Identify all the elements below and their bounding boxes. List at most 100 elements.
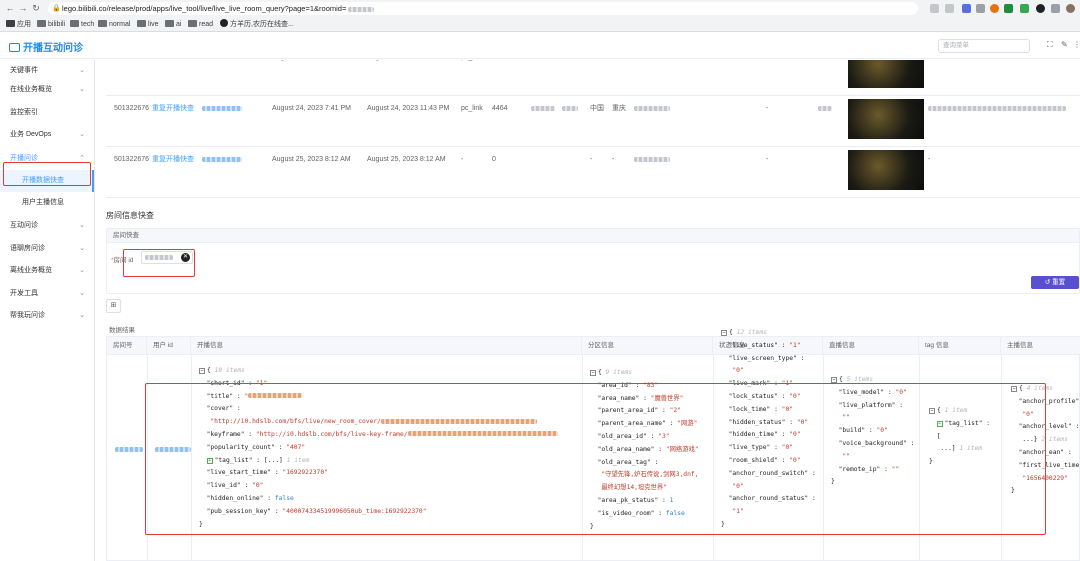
sidebar-item[interactable]: 离线业务概览 ⌄ (0, 260, 94, 282)
bookmark-folder[interactable]: ai (165, 19, 181, 30)
column-header[interactable]: 直播信息 (823, 337, 919, 355)
profile-avatar[interactable] (1066, 4, 1075, 13)
extension-icon[interactable] (976, 4, 985, 13)
country: - (590, 156, 593, 163)
settings-icon[interactable]: ⋮ (1073, 40, 1080, 49)
chevron-icon: ⌄ (79, 222, 85, 229)
table-row: 501322676 重复开播快查 August 22, 2023 8:04 AM… (106, 60, 1080, 96)
bookmark-star-icon[interactable] (945, 4, 954, 13)
bookmark-folder[interactable]: normal (98, 19, 130, 30)
main-content: 501322676 重复开播快查 August 22, 2023 8:04 AM… (96, 60, 1080, 561)
globe-icon (220, 19, 228, 27)
browser-chrome: ← → ↻ 🔒 lego.bilibili.co/release/prod/ap… (0, 0, 1080, 32)
bookmark-folder[interactable]: read (188, 19, 213, 30)
redacted-value (818, 105, 832, 111)
column-header[interactable]: 房间号 (107, 337, 147, 355)
extension-icon[interactable] (990, 4, 999, 13)
repeat-live-link[interactable]: 重复开播快查 (152, 147, 194, 198)
bookmark-calendar[interactable]: 方羊历,农历在线查... (220, 19, 294, 30)
json-line: "0" (721, 365, 816, 378)
start-time: August 22, 2023 8:04 AM (272, 60, 351, 96)
column-header[interactable]: 开播信息 (191, 337, 582, 355)
chevron-icon: ⌄ (79, 312, 85, 319)
bookmark-folder[interactable]: tech (70, 19, 94, 30)
end-time: August 25, 2023 8:12 AM (367, 156, 446, 163)
bookmark-folder[interactable]: live (137, 19, 159, 30)
repeat-live-link[interactable]: 重复开播快查 (152, 60, 194, 96)
redacted-room-number (115, 447, 143, 453)
column-header[interactable]: 分区信息 (582, 337, 713, 355)
extension-icon[interactable] (962, 4, 971, 13)
pin-icon[interactable]: ✎ (1061, 40, 1068, 49)
result-label: 数据结果 (109, 327, 135, 334)
bookmarks-bar: 应用 bilibili tech normal live ai read 方羊历… (0, 17, 1080, 32)
repeat-live-link[interactable]: 重复开播快查 (152, 96, 194, 147)
cover-thumbnail[interactable] (848, 99, 924, 139)
monitor-icon (9, 43, 20, 52)
column-header[interactable]: 用户 id (147, 337, 191, 355)
folder-icon (70, 20, 79, 27)
redacted-value (928, 105, 1066, 111)
sidebar-item[interactable]: 开发工具 ⌄ (0, 283, 94, 305)
redacted-name (202, 105, 242, 111)
number: 4464 (492, 105, 508, 112)
reset-icon: ↺ (1044, 279, 1051, 286)
extension-icon[interactable] (1020, 4, 1029, 13)
url-bar[interactable]: 🔒 lego.bilibili.co/release/prod/apps/liv… (48, 2, 918, 15)
table-row: 501322676 重复开播快查 August 25, 2023 8:12 AM… (106, 147, 1080, 198)
platform: - (461, 156, 464, 163)
highlight-room-input (123, 249, 195, 277)
country: 中国 (590, 105, 604, 112)
sidebar-item[interactable]: 业务 DevOps ⌄ (0, 124, 94, 146)
row-id: 501322676 (114, 156, 150, 163)
sidebar-item[interactable]: 互动问诊 ⌄ (0, 215, 94, 237)
collapse-icon[interactable]: − (590, 370, 596, 376)
folder-icon (137, 20, 146, 27)
reset-button[interactable]: ↺ 重置 (1031, 276, 1079, 289)
sidebar-item[interactable]: 在线业务概览 ⌄ (0, 79, 94, 101)
column-header[interactable]: tag 信息 (919, 337, 1001, 355)
collapse-icon[interactable]: − (199, 368, 205, 374)
table-row: 501322676 重复开播快查 August 24, 2023 7:41 PM… (106, 96, 1080, 147)
dash: - (766, 105, 769, 112)
reload-icon[interactable]: ↻ (31, 3, 41, 13)
bookmark-folder[interactable]: bilibili (37, 19, 65, 30)
sidebar-item[interactable]: 监控索引 (0, 102, 94, 124)
column-header[interactable]: 主播信息 (1001, 337, 1080, 355)
cover-thumbnail[interactable] (848, 60, 924, 88)
share-icon[interactable] (930, 4, 939, 13)
end-time: August 24, 2023 11:43 PM (367, 105, 450, 112)
json-line: "live_screen_type" : (728, 354, 805, 362)
grid-toggle-icon[interactable]: ⊞ (106, 299, 121, 313)
bookmark-apps[interactable]: 应用 (6, 19, 31, 30)
app-logo[interactable]: 开播互动问诊 (9, 39, 83, 54)
item-count: 12 items (736, 329, 767, 336)
folder-icon (98, 20, 107, 27)
json-value: "1" (789, 341, 801, 349)
redacted-value (562, 105, 578, 111)
folder-icon (37, 20, 46, 27)
item-count: 10 items (214, 367, 245, 374)
platform: pc_link (461, 105, 483, 112)
back-icon[interactable]: ← (5, 3, 15, 13)
item-count: 5 items (846, 376, 874, 383)
extension-icon[interactable] (1004, 4, 1013, 13)
puzzle-icon[interactable] (1051, 4, 1060, 13)
end-time: August 22, 2023 4:55 PM (367, 60, 446, 96)
sidebar-item[interactable]: 语聊房问诊 ⌄ (0, 238, 94, 260)
chevron-icon: ⌄ (79, 267, 85, 274)
sidebar-item[interactable]: 用户主播信息 (0, 192, 94, 214)
city: 重庆 (612, 105, 626, 112)
row-id: 501322676 (114, 105, 150, 112)
sidebar-item[interactable]: 帮我玩问诊 ⌄ (0, 305, 94, 327)
extension-icon[interactable] (1036, 4, 1045, 13)
fullscreen-icon[interactable]: ⛶ (1047, 40, 1053, 50)
forward-icon[interactable]: → (18, 3, 28, 13)
chevron-icon: ⌄ (79, 245, 85, 252)
lock-icon: 🔒 (52, 5, 61, 12)
menu-search-input[interactable]: 查询菜单 (938, 39, 1030, 53)
cover-thumbnail[interactable] (848, 150, 924, 190)
room-query-card: 房间快查 *房间 id ✕ (106, 228, 1080, 294)
collapse-icon[interactable]: − (721, 330, 727, 336)
chevron-icon: ⌄ (79, 290, 85, 297)
